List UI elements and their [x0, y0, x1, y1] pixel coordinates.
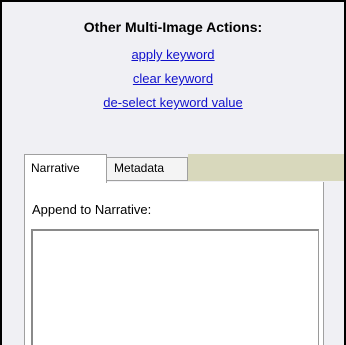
- narrative-tab-panel: Append to Narrative:: [24, 182, 324, 345]
- actions-title: Other Multi-Image Actions:: [83, 19, 263, 35]
- clear-keyword-link[interactable]: clear keyword: [2, 71, 344, 86]
- multi-image-panel: Other Multi-Image Actions: apply keyword…: [0, 0, 346, 345]
- tab-narrative[interactable]: Narrative: [24, 154, 107, 183]
- tab-strip-background: [188, 154, 344, 181]
- apply-keyword-link[interactable]: apply keyword: [2, 47, 344, 62]
- deselect-keyword-value-link[interactable]: de-select keyword value: [2, 95, 344, 110]
- append-to-narrative-label: Append to Narrative:: [32, 202, 152, 217]
- tab-metadata[interactable]: Metadata: [107, 157, 188, 181]
- multi-image-actions: Other Multi-Image Actions: apply keyword…: [2, 2, 344, 154]
- append-to-narrative-textarea[interactable]: [31, 229, 319, 345]
- tab-strip: Narrative Metadata: [2, 154, 344, 183]
